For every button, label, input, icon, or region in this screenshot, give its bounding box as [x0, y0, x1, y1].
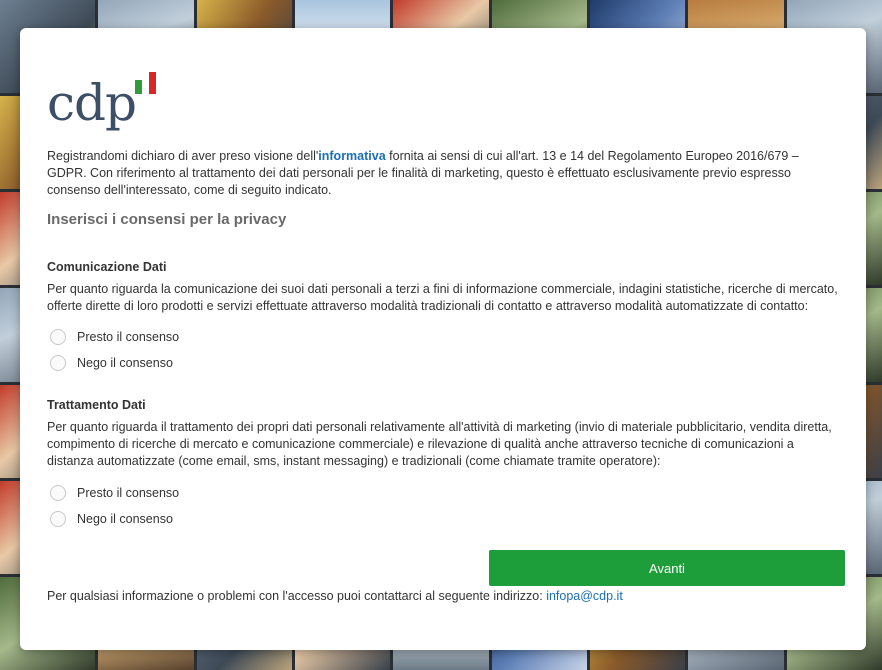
block-title-trattamento: Trattamento Dati	[47, 398, 146, 412]
avanti-button[interactable]: Avanti	[489, 550, 845, 586]
radio-label: Nego il consenso	[77, 356, 173, 370]
italian-flag-icon	[135, 72, 157, 94]
radio-circle[interactable]	[50, 485, 66, 501]
intro-text-start: Registrandomi dichiaro di aver preso vis…	[47, 149, 319, 163]
radio-label: Presto il consenso	[77, 330, 180, 344]
contact-footer: Per qualsiasi informazione o problemi co…	[47, 589, 623, 603]
radio-label: Presto il consenso	[77, 486, 180, 500]
radio-comunicazione-presto[interactable]: Presto il consenso	[50, 329, 179, 345]
radio-circle[interactable]	[50, 355, 66, 371]
radio-label: Nego il consenso	[77, 512, 173, 526]
radio-trattamento-nego[interactable]: Nego il consenso	[50, 511, 173, 527]
radio-trattamento-presto[interactable]: Presto il consenso	[50, 485, 179, 501]
block-title-comunicazione: Comunicazione Dati	[47, 260, 167, 274]
contact-email-link[interactable]: infopa@cdp.it	[546, 589, 623, 603]
cdp-logo: cdp	[47, 72, 177, 142]
radio-circle[interactable]	[50, 511, 66, 527]
section-title: Inserisci i consensi per la privacy	[47, 211, 287, 228]
privacy-consent-card: cdp Registrandomi dichiaro di aver preso…	[20, 28, 866, 650]
informativa-link[interactable]: informativa	[318, 149, 385, 163]
logo-text: cdp	[47, 74, 137, 132]
block-text-comunicazione: Per quanto riguarda la comunicazione dei…	[47, 282, 838, 313]
radio-circle[interactable]	[50, 329, 66, 345]
block-text-trattamento: Per quanto riguarda il trattamento dei p…	[47, 420, 832, 468]
footer-text: Per qualsiasi informazione o problemi co…	[47, 589, 547, 603]
radio-comunicazione-nego[interactable]: Nego il consenso	[50, 355, 173, 371]
intro-paragraph: Registrandomi dichiaro di aver preso vis…	[47, 148, 837, 199]
